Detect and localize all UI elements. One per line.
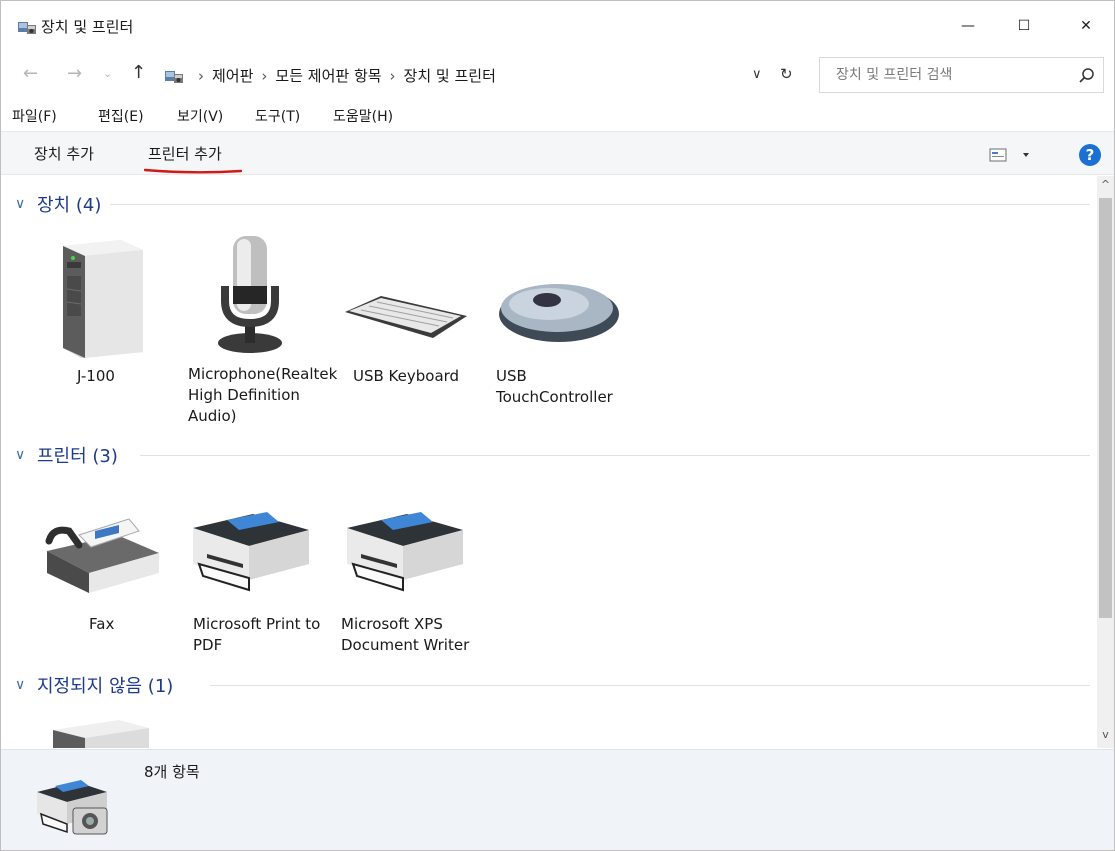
- devices-and-printers-icon: [18, 22, 36, 34]
- group-title-devices: 장치 (4): [37, 195, 102, 216]
- close-icon: ✕: [1080, 18, 1092, 34]
- vertical-scrollbar[interactable]: ^ v: [1097, 176, 1114, 748]
- title-bar: 장치 및 프린터 — ☐ ✕: [1, 1, 1114, 51]
- maximize-icon: ☐: [1017, 18, 1031, 34]
- forward-arrow-icon[interactable]: →: [67, 63, 82, 84]
- device-label-j100: J-100: [77, 367, 115, 385]
- command-bar: 장치 추가 프린터 추가 ?: [1, 131, 1114, 175]
- item-count: 8개 항목: [144, 763, 200, 781]
- window-title: 장치 및 프린터: [41, 18, 134, 36]
- back-arrow-icon[interactable]: ←: [23, 63, 38, 84]
- menu-view[interactable]: 보기(V): [177, 106, 223, 126]
- search-box[interactable]: [819, 57, 1104, 93]
- close-button[interactable]: ✕: [1061, 1, 1111, 51]
- menu-file[interactable]: 파일(F): [12, 106, 57, 126]
- printer-item-fax[interactable]: Fax: [37, 496, 165, 666]
- menu-help[interactable]: 도움말(H): [333, 106, 393, 126]
- devices-and-printers-icon: [165, 71, 183, 83]
- keyboard-icon: [345, 296, 467, 338]
- breadcrumb: › 제어판 › 모든 제어판 항목 › 장치 및 프린터: [190, 65, 496, 86]
- address-dropdown-icon[interactable]: ∨: [752, 67, 762, 82]
- group-divider: [140, 455, 1090, 456]
- minimize-button[interactable]: —: [943, 1, 993, 51]
- breadcrumb-separator-icon: ›: [389, 67, 396, 85]
- recent-locations-chevron-icon[interactable]: ⌄: [103, 67, 112, 80]
- printer-icon: [347, 512, 463, 592]
- address-row: ← → ⌄ ↑ › 제어판 › 모든 제어판 항목 › 장치 및 프린터 ∨ ↻: [1, 55, 1114, 95]
- scroll-up-arrow-icon[interactable]: ^: [1097, 178, 1114, 196]
- devices-and-printers-icon: [37, 780, 108, 835]
- printer-item-xps-writer[interactable]: Microsoft XPS Document Writer: [339, 496, 479, 666]
- group-header-printers[interactable]: ∨ 프린터 (3): [15, 441, 1090, 471]
- group-divider: [110, 204, 1090, 205]
- microphone-icon: [218, 236, 282, 353]
- breadcrumb-devices-printers[interactable]: 장치 및 프린터: [404, 67, 496, 85]
- collapse-chevron-icon[interactable]: ∨: [15, 447, 25, 463]
- fax-icon: [45, 518, 159, 593]
- search-input[interactable]: [820, 58, 1070, 92]
- minimize-icon: —: [961, 18, 975, 34]
- help-icon[interactable]: ?: [1079, 144, 1101, 166]
- device-label-touchcontroller: USB TouchController: [496, 367, 613, 406]
- add-device-button[interactable]: 장치 추가: [34, 143, 94, 164]
- search-icon[interactable]: [1078, 67, 1096, 85]
- change-view-icon[interactable]: [989, 146, 1039, 164]
- add-printer-button[interactable]: 프린터 추가: [148, 143, 222, 164]
- collapse-chevron-icon[interactable]: ∨: [15, 196, 25, 212]
- refresh-icon[interactable]: ↻: [780, 65, 793, 83]
- breadcrumb-separator-icon: ›: [198, 67, 204, 85]
- printer-label-xps-writer: Microsoft XPS Document Writer: [341, 615, 470, 654]
- up-arrow-icon[interactable]: ↑: [131, 62, 146, 83]
- device-item-j100[interactable]: J-100: [41, 231, 161, 471]
- menu-edit[interactable]: 편집(E): [98, 106, 144, 126]
- breadcrumb-control-panel[interactable]: 제어판: [212, 67, 253, 85]
- group-header-devices[interactable]: ∨ 장치 (4): [15, 190, 1090, 220]
- scrollbar-thumb[interactable]: [1099, 198, 1112, 618]
- unspecified-item[interactable]: [49, 716, 159, 748]
- breadcrumb-separator-icon: ›: [261, 67, 268, 85]
- breadcrumb-all-items[interactable]: 모든 제어판 항목: [275, 67, 381, 85]
- printer-label-fax: Fax: [89, 615, 115, 633]
- printer-icon: [193, 512, 309, 592]
- group-header-unspecified[interactable]: ∨ 지정되지 않음 (1): [15, 671, 1090, 701]
- collapse-chevron-icon[interactable]: ∨: [15, 677, 25, 693]
- printer-item-print-to-pdf[interactable]: Microsoft Print to PDF: [187, 496, 327, 666]
- menu-bar: 파일(F) 편집(E) 보기(V) 도구(T) 도움말(H): [1, 101, 1114, 129]
- details-pane: 8개 항목: [1, 749, 1114, 850]
- group-title-unspecified: 지정되지 않음 (1): [37, 676, 174, 697]
- device-label-keyboard: USB Keyboard: [353, 367, 460, 385]
- address-bar[interactable]: › 제어판 › 모든 제어판 항목 › 장치 및 프린터 ∨ ↻: [153, 57, 806, 93]
- device-item-keyboard[interactable]: USB Keyboard: [341, 231, 471, 431]
- group-title-printers: 프린터 (3): [37, 446, 118, 467]
- scroll-down-arrow-icon[interactable]: v: [1097, 728, 1114, 746]
- tower-computer-icon: [63, 240, 143, 358]
- mouse-icon: [499, 284, 619, 342]
- maximize-button[interactable]: ☐: [999, 1, 1049, 51]
- red-underline-annotation: [144, 168, 242, 174]
- device-list: ∨ 장치 (4) J-100 Microphone(Realtek High D…: [1, 176, 1114, 748]
- printer-label-print-to-pdf: Microsoft Print to PDF: [193, 615, 321, 654]
- devices-and-printers-window: 장치 및 프린터 — ☐ ✕ ← → ⌄ ↑ › 제어판 › 모든 제어판 항목 › 장치…: [0, 0, 1115, 851]
- device-label-microphone: Microphone(Realtek High Definition Audio…: [188, 365, 338, 425]
- group-divider: [210, 685, 1090, 686]
- menu-tools[interactable]: 도구(T): [255, 106, 300, 126]
- device-item-touchcontroller[interactable]: USB TouchController: [495, 231, 625, 431]
- tower-computer-icon: [53, 720, 149, 748]
